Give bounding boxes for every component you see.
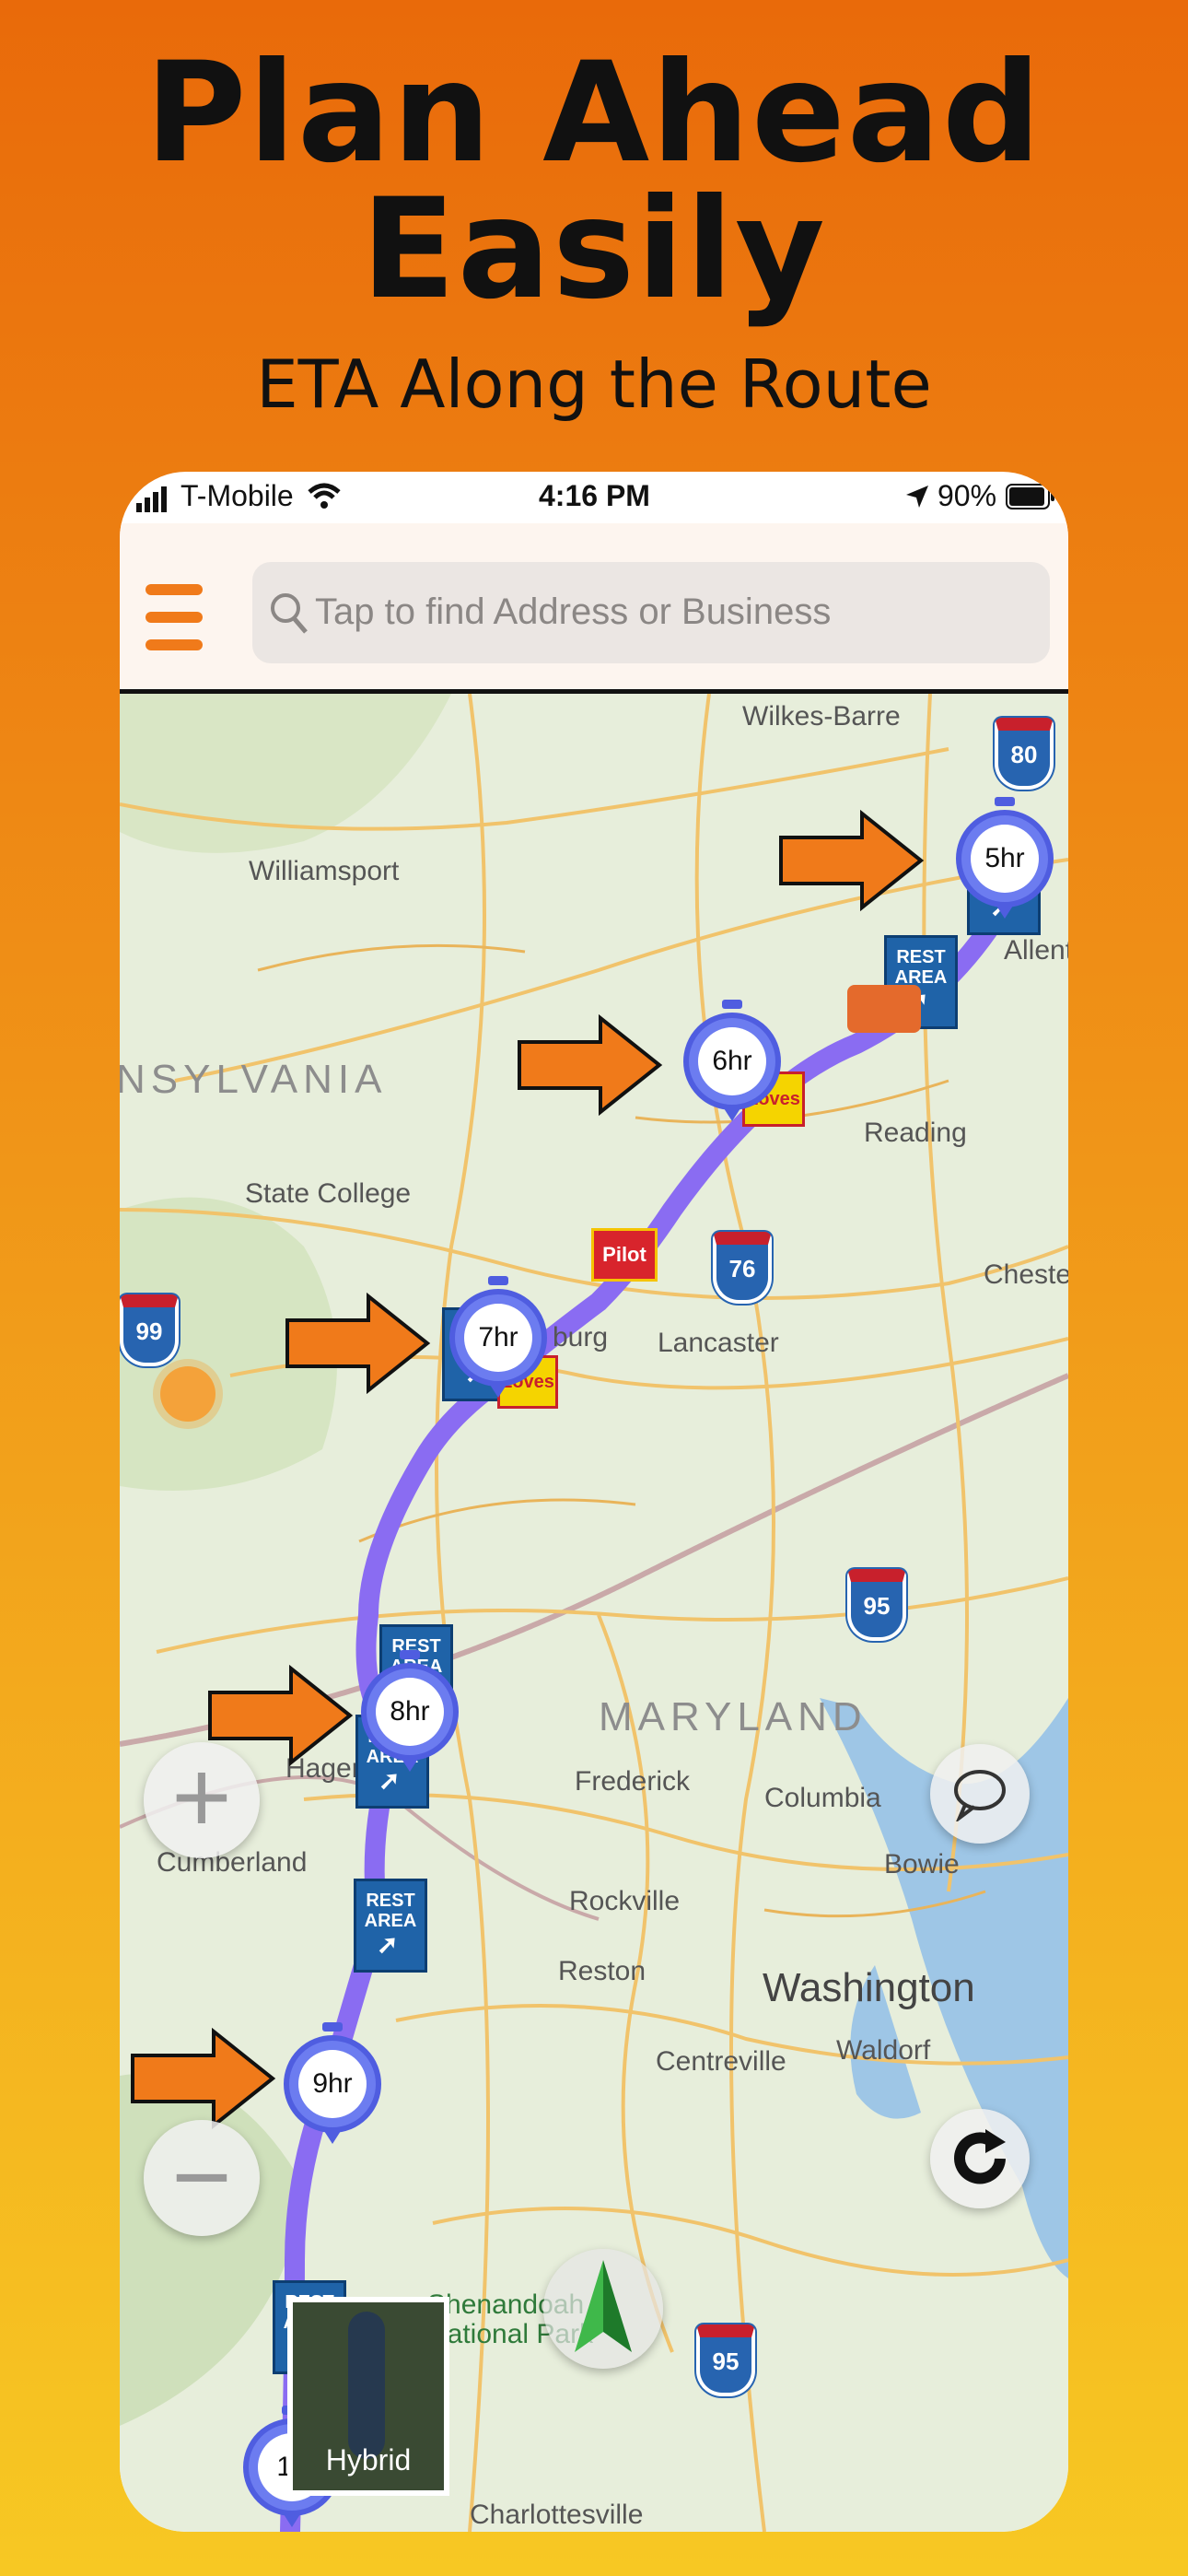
phone-screen: T-Mobile 4:16 PM 90% Tap to find Address… <box>120 472 1068 2532</box>
eta-marker-6hr[interactable]: 6hr <box>683 1000 781 1121</box>
city-label: Allentow <box>1004 935 1068 966</box>
city-label: burg <box>553 1322 609 1352</box>
interstate-shield: 76 <box>713 1232 772 1304</box>
interstate-shield: 95 <box>696 2324 755 2396</box>
hybrid-map-toggle[interactable]: Hybrid <box>287 2297 449 2496</box>
weather-icon[interactable] <box>160 1366 215 1422</box>
zoom-in-button[interactable]: + <box>144 1742 260 1858</box>
city-label: Waldorf <box>836 2035 931 2066</box>
hamburger-menu-icon[interactable] <box>146 584 203 650</box>
signal-icon <box>136 485 173 520</box>
city-label: Wilkes-Barre <box>742 701 901 732</box>
zoom-out-button[interactable]: − <box>144 2120 260 2236</box>
rest-area-icon[interactable]: RESTAREA➚ <box>354 1879 427 1973</box>
city-label: Cheste <box>984 1259 1068 1290</box>
chat-button[interactable] <box>930 1744 1030 1844</box>
pilot-label: Pilot <box>602 1243 646 1266</box>
search-icon <box>269 591 308 638</box>
city-label: Lancaster <box>658 1328 779 1358</box>
headline-line-2: Easily <box>361 170 827 330</box>
interstate-shield: 99 <box>120 1294 179 1366</box>
city-label: Reading <box>864 1118 967 1148</box>
zoom-out-label: − <box>171 2119 232 2234</box>
callout-arrow <box>518 1014 663 1116</box>
zoom-in-label: + <box>171 1739 232 1855</box>
truck-icon[interactable] <box>847 985 921 1033</box>
city-label: Bowie <box>884 1849 960 1879</box>
interstate-shield: 80 <box>995 718 1054 790</box>
subheadline: ETA Along the Route <box>256 345 932 423</box>
hybrid-label: Hybrid <box>325 2443 412 2476</box>
callout-arrow <box>285 1293 431 1394</box>
battery-percent: 90% <box>938 479 997 512</box>
carrier-label: T-Mobile <box>181 479 294 512</box>
eta-marker-5hr[interactable]: 5hr <box>956 797 1054 919</box>
callout-arrow <box>131 2028 276 2129</box>
state-label: NSYLVANIA <box>120 1057 388 1102</box>
clock: 4:16 PM <box>539 479 650 512</box>
app-header: Tap to find Address or Business <box>120 523 1068 694</box>
city-label: Rockville <box>569 1886 681 1916</box>
wifi-icon <box>306 481 343 518</box>
callout-arrow <box>779 810 925 911</box>
map-view[interactable]: Wilkes-Barre Williamsport Reading State … <box>120 694 1068 2532</box>
search-placeholder: Tap to find Address or Business <box>315 591 832 632</box>
location-arrow-icon <box>904 483 930 517</box>
search-bar[interactable]: Tap to find Address or Business <box>252 562 1050 663</box>
city-label: Centreville <box>656 2046 786 2077</box>
interstate-shield: 95 <box>847 1569 906 1641</box>
city-label: Columbia <box>764 1783 881 1813</box>
headline-line-1: Plan Ahead <box>145 33 1043 193</box>
city-label: Frederick <box>575 1766 691 1797</box>
city-label: State College <box>245 1178 412 1209</box>
status-bar: T-Mobile 4:16 PM 90% <box>120 472 1068 523</box>
state-label: MARYLAND <box>599 1694 868 1739</box>
city-label: Reston <box>558 1956 646 1986</box>
battery-icon <box>1006 483 1055 517</box>
eta-marker-9hr[interactable]: 9hr <box>284 2022 381 2144</box>
eta-marker-7hr[interactable]: 7hr <box>449 1276 547 1398</box>
city-label: Williamsport <box>249 856 400 886</box>
eta-marker-8hr[interactable]: 8hr <box>361 1650 459 1772</box>
pilot-truck-stop-icon[interactable]: Pilot <box>591 1228 658 1282</box>
reroute-button[interactable] <box>930 2109 1030 2208</box>
city-label: Charlottesville <box>470 2500 644 2530</box>
compass-button[interactable] <box>543 2249 663 2369</box>
city-label-washington: Washington <box>763 1965 975 2010</box>
satellite-thumbnail <box>348 2312 385 2459</box>
